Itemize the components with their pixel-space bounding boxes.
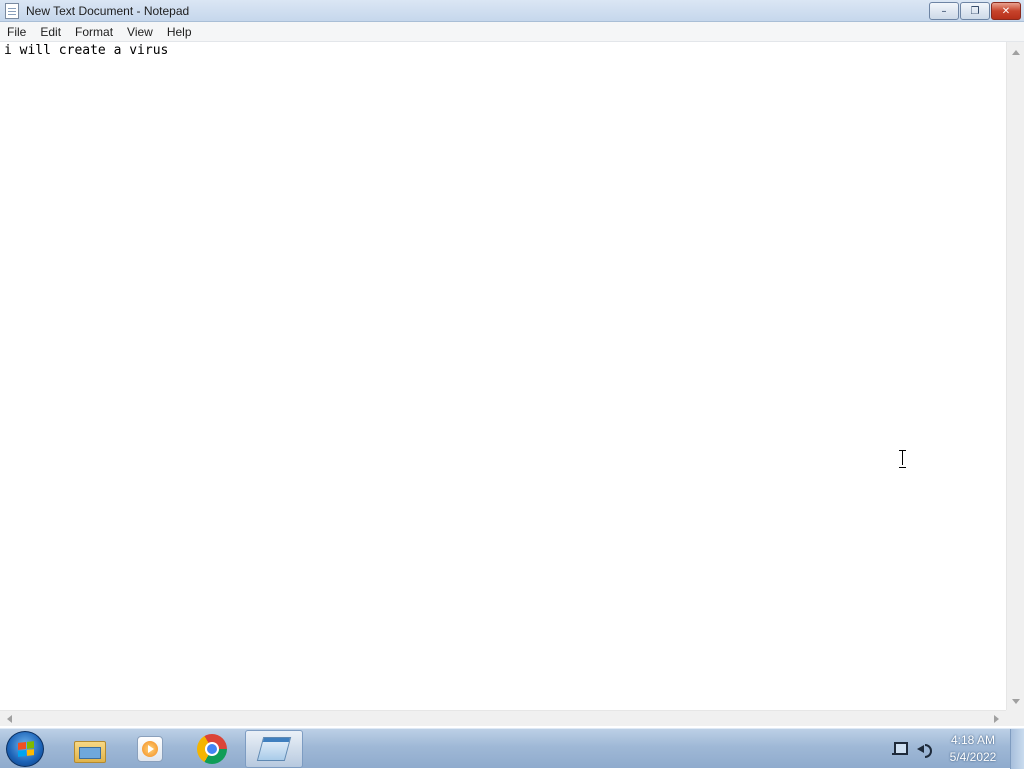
window-title: New Text Document - Notepad	[26, 3, 190, 18]
horizontal-scrollbar[interactable]	[0, 710, 1006, 726]
menu-format[interactable]: Format	[68, 25, 120, 39]
ibeam-cursor-icon	[898, 450, 907, 468]
scroll-down-arrow-icon[interactable]	[1012, 699, 1020, 704]
menu-edit[interactable]: Edit	[33, 25, 68, 39]
notepad-app-icon[interactable]	[5, 2, 19, 19]
title-bar[interactable]: New Text Document - Notepad – ❐ ✕	[0, 0, 1024, 22]
clock[interactable]: 4:18 AM 5/4/2022	[940, 732, 1006, 766]
taskbar-notepad-button[interactable]	[245, 730, 303, 768]
notepad-icon	[256, 737, 292, 761]
media-player-icon	[137, 736, 163, 762]
system-tray: 4:18 AM 5/4/2022	[892, 729, 1024, 769]
taskbar-media-player-button[interactable]	[121, 730, 179, 768]
vertical-scrollbar[interactable]	[1006, 42, 1024, 710]
menu-bar: File Edit Format View Help	[0, 22, 1024, 42]
folder-icon	[74, 737, 106, 763]
clock-time: 4:18 AM	[950, 733, 996, 747]
restore-button[interactable]: ❐	[960, 2, 990, 20]
clock-date: 5/4/2022	[949, 750, 997, 764]
network-icon[interactable]	[892, 741, 908, 757]
scroll-right-arrow-icon[interactable]	[994, 715, 999, 723]
menu-file[interactable]: File	[0, 25, 33, 39]
taskbar-chrome-button[interactable]	[183, 730, 241, 768]
notepad-window: New Text Document - Notepad – ❐ ✕ File E…	[0, 0, 1024, 728]
scroll-up-arrow-icon[interactable]	[1012, 50, 1020, 55]
menu-help[interactable]: Help	[160, 25, 199, 39]
windows-logo-icon	[18, 741, 34, 757]
text-editor-area[interactable]: i will create a virus	[0, 42, 1006, 710]
show-desktop-button[interactable]	[1010, 729, 1024, 769]
window-controls: – ❐ ✕	[929, 2, 1021, 20]
close-button[interactable]: ✕	[991, 2, 1021, 20]
chrome-icon	[197, 734, 227, 764]
minimize-button[interactable]: –	[929, 2, 959, 20]
menu-view[interactable]: View	[120, 25, 160, 39]
start-button[interactable]	[6, 731, 44, 767]
taskbar: 4:18 AM 5/4/2022	[0, 728, 1024, 769]
taskbar-explorer-button[interactable]	[60, 730, 118, 768]
size-grip[interactable]	[1006, 710, 1024, 726]
scroll-left-arrow-icon[interactable]	[7, 715, 12, 723]
volume-icon[interactable]	[916, 741, 932, 758]
